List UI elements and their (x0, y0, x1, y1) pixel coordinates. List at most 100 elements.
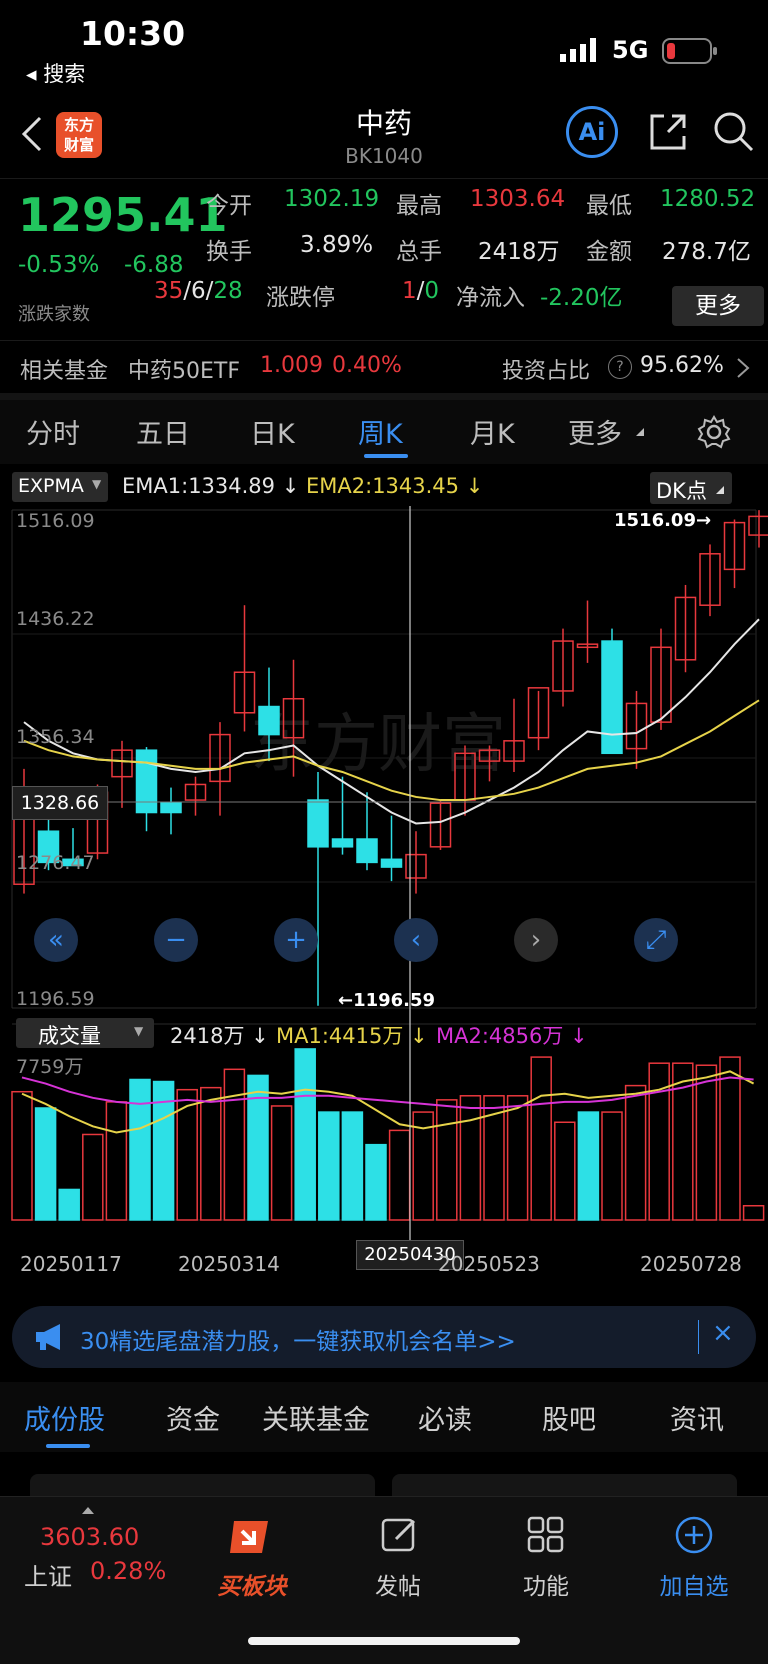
investment-ratio-label: 投资占比 (502, 359, 591, 384)
volume-bar (554, 1121, 576, 1221)
ai-button[interactable]: Ai (566, 106, 618, 158)
tab-five-day[interactable]: 五日 (136, 412, 190, 451)
volume-bar (11, 1090, 33, 1221)
candle-body (331, 838, 354, 848)
limit-label: 涨跌停 (266, 285, 335, 311)
limit-down-count: 0 (424, 278, 440, 304)
fund-name: 中药50ETF (128, 359, 240, 384)
quote-panel: 1295.41 -0.53% -6.88 涨跌家数 今开 1302.19 最高 … (0, 178, 768, 340)
volume-label: 总手 (396, 239, 442, 265)
signal-icon (560, 38, 596, 62)
kline-svg: 东方财富 (11, 506, 768, 1266)
tab-must-read[interactable]: 必读 (418, 1398, 472, 1437)
limit-up-count: 1 (402, 278, 417, 304)
volume-value: 2418万 (478, 239, 560, 265)
tab-monthly-k[interactable]: 月K (470, 412, 515, 451)
index-value[interactable]: 3603.60 (40, 1523, 139, 1551)
help-icon[interactable]: ? (608, 355, 632, 379)
banner-close-button[interactable]: × (712, 1318, 734, 1348)
zoom-out-button[interactable]: − (154, 918, 198, 962)
updown-count-label: 涨跌家数 (18, 304, 90, 325)
tab-constituents[interactable]: 成份股 (24, 1398, 105, 1437)
candle-body (356, 838, 378, 864)
date-label-2: 20250314 (178, 1252, 280, 1276)
scroll-right-button[interactable]: › (514, 918, 558, 962)
related-fund-row[interactable]: 相关基金 中药50ETF 1.009 0.40% 投资占比 ? 95.62% (0, 340, 768, 401)
battery-icon (662, 38, 717, 64)
flat-count: 6 (191, 278, 206, 304)
tab-more[interactable]: 更多 (568, 412, 622, 451)
tab-capital[interactable]: 资金 (166, 1398, 220, 1437)
promo-banner[interactable]: 30精选尾盘潜力股，一键获取机会名单>> × (12, 1306, 756, 1368)
tab-intraday[interactable]: 分时 (26, 412, 80, 451)
candle-body (380, 858, 403, 868)
volume-bar (105, 1101, 128, 1221)
fullscreen-button[interactable]: ⤢ (634, 918, 678, 962)
back-to-search-link[interactable]: ◂ 搜索 (26, 58, 85, 88)
clock: 10:30 (80, 14, 186, 53)
date-label-1: 20250117 (20, 1252, 122, 1276)
network-type: 5G (612, 36, 649, 64)
last-price: 1295.41 (18, 188, 228, 242)
post-edit-icon[interactable] (380, 1515, 420, 1555)
tab-daily-k[interactable]: 日K (250, 412, 295, 451)
max-price-mark: 1516.09→ (614, 510, 712, 531)
post-button[interactable]: 发帖 (348, 1567, 448, 1601)
volume-bar (459, 1095, 482, 1221)
content-tabs: 成份股 资金 关联基金 必读 股吧 资讯 (0, 1382, 768, 1452)
volume-bar (200, 1086, 222, 1221)
buy-sector-icon[interactable] (228, 1515, 276, 1559)
function-button[interactable]: 功能 (496, 1567, 596, 1601)
volume-bar (129, 1078, 151, 1221)
active-tab-indicator (364, 454, 408, 458)
volume-bar (82, 1133, 104, 1221)
volume-bar (270, 1105, 293, 1221)
volume-dropdown-caret-icon: ▼ (134, 1024, 144, 1038)
candle-body (307, 799, 329, 848)
volume-bar (624, 1084, 647, 1221)
updown-count: 35/6/28 (154, 278, 243, 304)
zoom-in-button[interactable]: + (274, 918, 318, 962)
volume-value: 2418万 ↓ (170, 1024, 269, 1048)
candle-body (601, 640, 623, 755)
netflow-label: 净流入 (456, 285, 525, 311)
candle-body (135, 749, 158, 814)
volume-ma2: MA2:4856万 ↓ (436, 1024, 588, 1048)
open-value: 1302.19 (284, 186, 380, 212)
fund-price: 1.009 (260, 353, 323, 378)
card-placeholder-left (30, 1474, 375, 1496)
index-name: 上证 (24, 1563, 72, 1591)
scroll-left-fast-button[interactable]: « (34, 918, 78, 962)
tab-weekly-k[interactable]: 周K (358, 412, 403, 451)
scroll-left-button[interactable]: ‹ (394, 918, 438, 962)
tab-forum[interactable]: 股吧 (542, 1398, 596, 1437)
watermark-text: 东方财富 (250, 708, 506, 782)
amount-value: 278.7亿 (662, 239, 751, 265)
volume-bar (223, 1068, 246, 1221)
tab-related-funds[interactable]: 关联基金 (262, 1398, 370, 1437)
high-label: 最高 (396, 193, 442, 219)
y-axis-label-1: 1516.09 (16, 510, 95, 532)
candle-body (258, 705, 280, 736)
tab-news[interactable]: 资讯 (670, 1398, 724, 1437)
more-button[interactable]: 更多 (672, 286, 764, 326)
megaphone-icon (36, 1324, 60, 1350)
turnover-label: 换手 (206, 239, 252, 265)
search-icon[interactable] (712, 110, 756, 154)
banner-divider (698, 1320, 699, 1354)
index-expand-caret-icon[interactable] (82, 1507, 94, 1514)
add-watchlist-button[interactable]: 加自选 (644, 1567, 744, 1601)
function-grid-icon[interactable] (526, 1515, 566, 1555)
volume-bar (742, 1204, 765, 1221)
up-count: 35 (154, 278, 184, 304)
date-label-4: 20250523 (438, 1252, 540, 1276)
share-icon[interactable] (646, 110, 690, 154)
settings-gear-icon[interactable] (696, 414, 732, 450)
volume-bar (695, 1064, 718, 1221)
kline-chart-area[interactable]: EXPMA ▼ EMA1:1334.89 ↓ EMA2:1343.45 ↓ DK… (0, 466, 768, 1296)
volume-bar (388, 1129, 411, 1221)
volume-indicator-name: 成交量 (38, 1024, 101, 1048)
volume-indicator-selector[interactable]: 成交量 ▼ (16, 1018, 154, 1048)
add-watchlist-icon[interactable] (674, 1515, 714, 1555)
buy-sector-button[interactable]: 买板块 (202, 1567, 302, 1601)
